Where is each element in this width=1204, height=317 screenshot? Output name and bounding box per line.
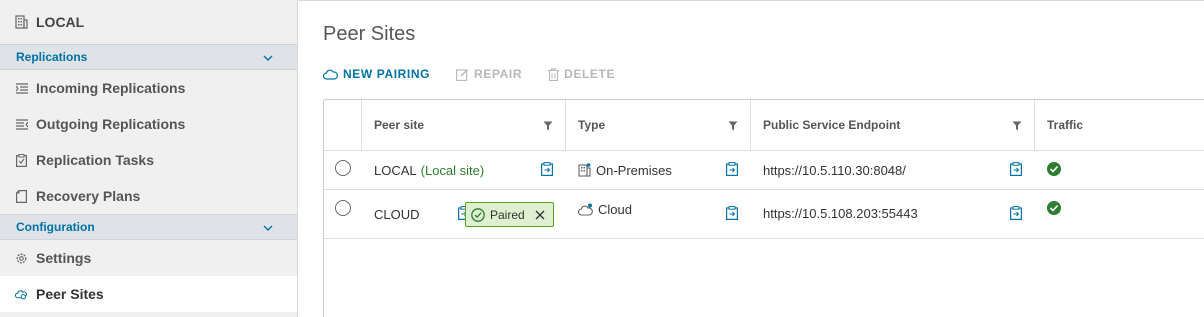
delete-button[interactable]: DELETE (548, 67, 615, 81)
row-select-cell (324, 190, 362, 238)
endpoint-value: https://10.5.110.30:8048/ (763, 162, 906, 178)
peer-site-name: LOCAL (374, 162, 417, 178)
type-label: Cloud (598, 201, 632, 217)
clipboard-icon (15, 153, 28, 167)
sidebar-item-label: Settings (36, 250, 92, 266)
section-header-configuration[interactable]: Configuration (0, 214, 297, 240)
grid-select-column-header (324, 100, 362, 150)
section-label: Replications (16, 50, 88, 64)
check-circle-icon (1047, 161, 1061, 179)
cloud-pair-icon (15, 288, 28, 300)
copy-icon[interactable] (1010, 205, 1023, 223)
peer-site-name: CLOUD (374, 206, 420, 222)
sidebar-item-label: Replication Tasks (36, 152, 155, 168)
grid-header-row: Peer site Type Public Service Endpoint T… (324, 100, 1204, 151)
cloud-icon (578, 203, 593, 216)
new-pairing-label: NEW PAIRING (343, 67, 431, 81)
column-header-label: Public Service Endpoint (763, 118, 901, 132)
sidebar-item-outgoing-replications[interactable]: Outgoing Replications (0, 106, 297, 142)
outgoing-icon (15, 118, 28, 130)
type-content: Cloud (578, 202, 632, 217)
copy-icon[interactable] (726, 161, 739, 179)
column-header-type[interactable]: Type (566, 100, 751, 150)
table-row[interactable]: CLOUD Paired Cloud https://10.5.108.203:… (324, 190, 1204, 239)
sidebar-item-settings[interactable]: Settings (0, 240, 297, 276)
sidebar-site-title: LOCAL (0, 0, 297, 44)
type-cell: On-Premises (566, 151, 751, 189)
column-header-endpoint[interactable]: Public Service Endpoint (751, 100, 1035, 150)
column-header-traffic[interactable]: Traffic (1035, 100, 1204, 150)
endpoint-value: https://10.5.108.203:55443 (763, 205, 918, 221)
paired-label: Paired (490, 207, 525, 222)
repair-button[interactable]: REPAIR (456, 67, 522, 81)
endpoint-cell: https://10.5.110.30:8048/ (751, 151, 1035, 189)
check-circle-icon (1047, 200, 1061, 218)
column-header-label: Traffic (1047, 118, 1084, 132)
copy-icon[interactable] (726, 205, 739, 223)
type-label: On-Premises (596, 162, 672, 178)
column-header-label: Peer site (374, 118, 425, 132)
table-row[interactable]: LOCAL (Local site) On-Premises https://1… (324, 151, 1204, 190)
row-radio[interactable] (335, 200, 351, 216)
cloud-icon (323, 69, 338, 80)
repair-label: REPAIR (474, 67, 523, 81)
sidebar-item-label: Outgoing Replications (36, 116, 186, 132)
peer-site-cell: LOCAL (Local site) (362, 151, 566, 189)
incoming-icon (15, 82, 28, 94)
new-pairing-button[interactable]: NEW PAIRING (323, 67, 430, 81)
sidebar-title-label: LOCAL (36, 14, 85, 30)
section-header-replications[interactable]: Replications (0, 44, 297, 70)
delete-label: DELETE (564, 67, 616, 81)
chevron-down-icon (263, 50, 273, 64)
traffic-cell (1035, 151, 1204, 189)
section-label: Configuration (16, 220, 95, 234)
row-radio[interactable] (335, 160, 351, 176)
page-title: Peer Sites (323, 23, 416, 45)
peer-site-cell: CLOUD Paired (362, 190, 566, 238)
sidebar-item-recovery-plans[interactable]: Recovery Plans (0, 178, 297, 214)
edit-icon (456, 68, 469, 81)
sidebar-item-peer-sites[interactable]: Peer Sites (0, 276, 297, 312)
endpoint-cell: https://10.5.108.203:55443 (751, 190, 1035, 238)
paired-status-badge[interactable]: Paired (465, 202, 554, 227)
peer-sites-grid: Peer site Type Public Service Endpoint T… (323, 99, 1204, 317)
column-header-peer-site[interactable]: Peer site (362, 100, 566, 150)
copy-icon[interactable] (541, 161, 554, 179)
sidebar-item-label: Peer Sites (36, 286, 104, 302)
trash-icon (548, 67, 560, 81)
gear-icon (15, 252, 28, 265)
copy-icon[interactable] (1010, 161, 1023, 179)
check-circle-icon (471, 207, 485, 222)
sidebar-item-label: Recovery Plans (36, 188, 141, 204)
sidebar-item-replication-tasks[interactable]: Replication Tasks (0, 142, 297, 178)
sidebar-item-label: Incoming Replications (36, 80, 186, 96)
filter-icon[interactable] (1012, 120, 1022, 134)
building-icon (578, 163, 591, 177)
chevron-down-icon (263, 220, 273, 234)
local-site-tag: (Local site) (420, 162, 485, 178)
main-content: Peer Sites NEW PAIRING REPAIR DELETE Pee (299, 0, 1204, 317)
sidebar: LOCAL Replications Incoming Replications… (0, 0, 298, 317)
row-select-cell (324, 151, 362, 189)
column-header-label: Type (578, 118, 606, 132)
sidebar-item-incoming-replications[interactable]: Incoming Replications (0, 70, 297, 106)
type-cell: Cloud (566, 190, 751, 238)
close-icon[interactable] (535, 207, 545, 223)
filter-icon[interactable] (728, 120, 738, 134)
document-icon (15, 189, 28, 203)
filter-icon[interactable] (543, 120, 553, 134)
toolbar: NEW PAIRING REPAIR DELETE (323, 67, 641, 81)
traffic-cell (1035, 190, 1204, 238)
building-icon (15, 15, 28, 29)
